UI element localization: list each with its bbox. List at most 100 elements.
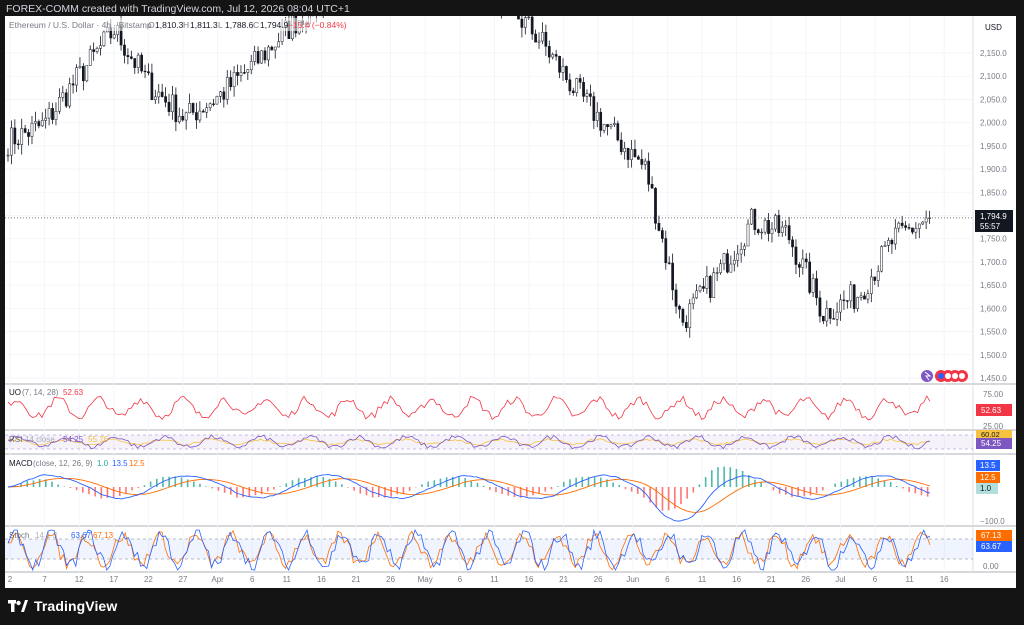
candle-body [852,284,856,309]
macd-hist-bar [137,487,140,488]
candle-body [846,300,849,302]
candle-body [914,228,918,233]
macd-hist-bar [550,487,553,490]
candle-body [616,123,620,141]
time-tick-label: 7 [42,575,47,584]
price-tick-label: 1,650.0 [980,281,1007,290]
candle-body [798,264,801,268]
time-axis[interactable]: 2 7 12 17 22 27 Apr 6 11 16 21 26 May 6 11 16 21 26 Jun 6 11… [8,575,949,584]
macd-hist-bar [427,481,429,487]
macd-hist-bar [495,487,497,493]
macd-signal-badge: 12.5 [980,473,996,482]
candle-body [181,116,185,121]
candle-body [30,122,34,137]
candle-body [842,299,846,301]
price-axis[interactable]: USD 2,150.0 2,100.0 2,050.0 2,000.0 1,950.0 1… [975,23,1013,383]
macd-hist-bar [359,487,362,494]
candle-body [674,289,678,307]
candle-body [75,67,78,86]
time-tick-label: 16 [317,575,326,584]
candle-body [657,223,661,231]
candle-body [212,103,215,105]
macd-hist-bar [168,476,170,487]
last-price-value: 1,794.9 [980,212,1007,221]
macd-hist-bar [883,480,886,487]
macd-hist-bar [667,487,670,511]
candle-body [10,127,13,156]
macd-hist-bar [489,487,491,490]
macd-hist-bar [51,481,53,487]
macd-hist-bar [94,487,96,497]
macd-hist-value: 1.0 [97,459,109,468]
macd-hist-bar [563,481,565,487]
time-tick-label: Jun [626,575,639,584]
macd-label: MACD [9,459,33,468]
legend-open-label: O [148,20,155,30]
candle-body [763,220,767,233]
chart-frame[interactable]: Ethereum / U.S. Dollar · 4h · Bitstamp O… [5,16,1016,588]
macd-hist-bar [38,479,41,487]
macd-hist-bar [421,484,423,487]
macd-hist-bar [316,476,318,487]
candle-body [554,54,558,57]
candle-body [897,222,901,229]
candle-body [150,72,154,100]
legend-low: 1,788.6 [225,20,254,30]
macd-tick-bottom: −100.0 [980,517,1005,526]
rsi-pane[interactable]: RSI 14 close 54.25 55.76 60.02 54.25 [5,430,1012,450]
time-tick-label: Jul [835,575,845,584]
candlestick-series [6,16,931,338]
candle-body [839,299,842,313]
candle-body [626,147,630,160]
uo-pane[interactable]: UO (7, 14, 28) 52.63 75.00 25.00 52.63 [7,388,1012,431]
candle-body [753,208,757,230]
time-tick-label: 6 [665,575,670,584]
macd-pane[interactable]: MACD (close, 12, 26, 9) 1.0 13.5 12.5 13… [7,459,1005,526]
macd-hist-bar [248,487,251,497]
tradingview-logo[interactable]: TradingView [8,598,117,614]
candle-body [263,50,267,61]
currency-label[interactable]: USD [985,23,1002,32]
macd-hist-bar [149,481,152,487]
candle-body [859,295,863,298]
candle-body [99,45,102,49]
price-tick-label: 1,500.0 [980,351,1007,360]
legend-close-label: C [253,20,259,30]
stoch-pane[interactable]: Stoch 14 1 3 63.67 67.13 67.13 63.67 0.0… [5,528,1012,572]
currency-flags-icon[interactable] [935,370,968,382]
macd-hist-bar [476,482,479,487]
candle-body [277,41,280,48]
macd-hist-bar [470,480,473,487]
candle-body [750,208,753,225]
macd-signal-value: 12.5 [129,459,145,468]
candle-body [849,284,853,302]
macd-hist-bar [871,476,873,487]
candle-body [256,51,260,64]
macd-hist-bar [353,487,355,491]
candle-body [153,96,157,100]
macd-hist-bar [211,487,214,489]
macd-hist-bar [889,482,892,487]
candle-body [219,91,222,97]
candle-body [890,240,894,245]
macd-params: (close, 12, 26, 9) [33,459,93,468]
candle-body [222,91,226,100]
chart-toolbar-icons[interactable] [921,370,968,382]
candle-body [171,94,174,112]
candle-body [671,262,674,291]
time-tick-label: 11 [283,575,292,584]
candle-body [736,253,740,261]
candle-body [232,72,236,88]
macd-hist-bar [908,487,910,492]
candle-body [715,272,719,274]
time-tick-label: 22 [144,575,153,584]
candle-body [229,77,233,88]
macd-hist-bar [291,480,294,487]
candle-body [647,160,650,185]
chart-attribution: FOREX-COMM created with TradingView.com,… [6,3,350,15]
candle-body [575,78,579,93]
candle-body [681,309,685,323]
price-chart[interactable]: Ethereum / U.S. Dollar · 4h · Bitstamp O… [5,16,1016,588]
time-tick-label: 16 [732,575,741,584]
macd-value: 13.5 [112,459,128,468]
